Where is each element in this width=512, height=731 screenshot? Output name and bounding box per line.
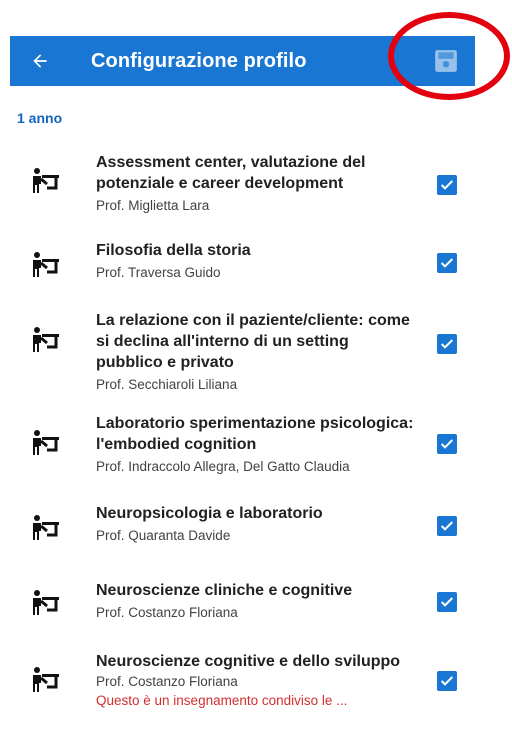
- course-checkbox[interactable]: [437, 434, 457, 454]
- course-checkbox[interactable]: [437, 592, 457, 612]
- course-title: Neuroscienze cliniche e cognitive: [96, 582, 353, 599]
- checkmark-icon: [440, 676, 454, 686]
- checkmark-icon: [440, 597, 454, 607]
- course-professor: Prof. Quaranta Davide: [96, 528, 231, 543]
- course-professor: Prof. Costanzo Floriana: [96, 605, 238, 620]
- course-professor: Prof. Secchiaroli Liliana: [96, 377, 238, 392]
- course-professor: Prof. Miglietta Lara: [96, 198, 210, 213]
- teacher-board-icon: [33, 667, 59, 692]
- course-checkbox[interactable]: [437, 516, 457, 536]
- course-professor: Prof. Traversa Guido: [96, 265, 221, 280]
- app-bar: Configurazione profilo: [10, 36, 475, 86]
- shared-course-note: Questo è un insegnamento condiviso le ..…: [96, 693, 348, 708]
- checkmark-icon: [440, 439, 454, 449]
- checkmark-icon: [440, 521, 454, 531]
- checkmark-icon: [440, 180, 454, 190]
- back-button[interactable]: [10, 36, 70, 86]
- course-title: Assessment center, valutazione del poten…: [96, 154, 366, 192]
- checkmark-icon: [440, 339, 454, 349]
- course-professor: Prof. Indraccolo Allegra, Del Gatto Clau…: [96, 459, 350, 474]
- teacher-board-icon: [33, 430, 59, 455]
- course-title: Laboratorio sperimentazione psicologica:…: [96, 415, 414, 453]
- arrow-left-icon: [33, 54, 47, 68]
- course-checkbox[interactable]: [437, 253, 457, 273]
- teacher-board-icon: [33, 590, 59, 615]
- course-title: La relazione con il paziente/cliente: co…: [96, 312, 410, 371]
- teacher-board-icon: [33, 515, 59, 540]
- course-title: Filosofia della storia: [96, 242, 251, 259]
- course-checkbox[interactable]: [437, 175, 457, 195]
- course-title: Neuroscienze cognitive e dello sviluppo: [96, 653, 401, 670]
- course-checkbox[interactable]: [437, 671, 457, 691]
- section-header-year: 1 anno: [17, 110, 63, 126]
- page-title: Configurazione profilo: [91, 49, 307, 72]
- save-icon[interactable]: [433, 48, 459, 74]
- checkmark-icon: [440, 258, 454, 268]
- teacher-board-icon: [33, 327, 59, 352]
- teacher-board-icon: [33, 168, 59, 193]
- course-professor: Prof. Costanzo Floriana: [96, 674, 238, 689]
- teacher-board-icon: [33, 252, 59, 277]
- course-title: Neuropsicologia e laboratorio: [96, 505, 323, 522]
- course-checkbox[interactable]: [437, 334, 457, 354]
